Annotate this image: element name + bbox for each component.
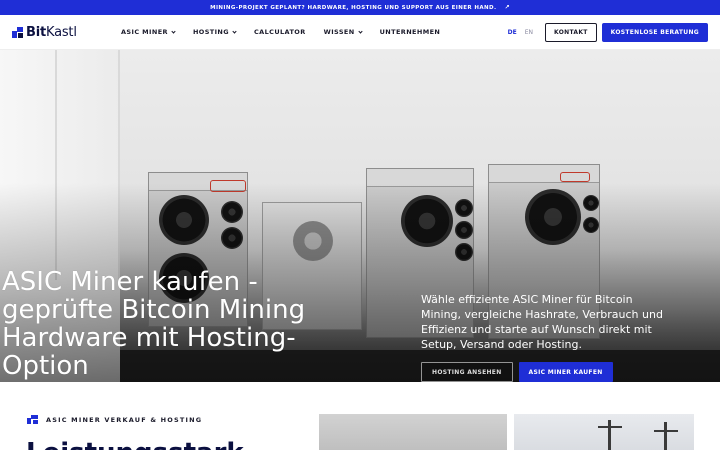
section-image-2: [514, 414, 694, 450]
chevron-down-icon: [357, 28, 363, 34]
language-en[interactable]: EN: [525, 29, 533, 36]
contact-button[interactable]: KONTAKT: [545, 22, 597, 42]
logo-text: BitKastl: [26, 24, 77, 40]
hero-buttons: HOSTING ANSEHEN ASIC MINER KAUFEN: [421, 362, 613, 382]
header-actions: DE EN KONTAKT KOSTENLOSE BERATUNG: [508, 22, 708, 42]
main-nav: ASIC MINER HOSTING CALCULATOR WISSEN UNT…: [112, 28, 449, 36]
nav-item-calculator[interactable]: CALCULATOR: [245, 28, 315, 36]
hero-subtitle: Wähle effiziente ASIC Miner für Bitcoin …: [421, 293, 663, 351]
section-image-1: [319, 414, 507, 450]
hero-title: ASIC Miner kaufen - geprüfte Bitcoin Min…: [2, 267, 306, 381]
view-hosting-button[interactable]: HOSTING ANSEHEN: [421, 362, 513, 382]
chevron-down-icon: [232, 28, 237, 34]
chevron-down-icon: [171, 28, 176, 34]
site-header: BitKastl ASIC MINER HOSTING CALCULATOR W…: [0, 15, 720, 50]
language-de[interactable]: DE: [508, 29, 517, 36]
logo-mark-icon: [12, 26, 23, 38]
announcement-text[interactable]: MINING-PROJEKT GEPLANT? HARDWARE, HOSTIN…: [210, 5, 496, 11]
announcement-bar[interactable]: MINING-PROJEKT GEPLANT? HARDWARE, HOSTIN…: [0, 0, 720, 15]
brand-mark-icon: [27, 415, 38, 424]
logo[interactable]: BitKastl: [12, 25, 104, 40]
free-consultation-button[interactable]: KOSTENLOSE BERATUNG: [601, 22, 708, 42]
nav-item-asic-miner[interactable]: ASIC MINER: [112, 28, 184, 36]
nav-item-unternehmen[interactable]: UNTERNEHMEN: [371, 28, 450, 36]
section-eyebrow-text: ASIC MINER VERKAUF & HOSTING: [46, 415, 203, 424]
external-arrow-icon: ↗: [504, 4, 510, 11]
nav-item-wissen[interactable]: WISSEN: [315, 28, 371, 36]
buy-asic-miner-button[interactable]: ASIC MINER KAUFEN: [518, 362, 613, 382]
intro-section: ASIC MINER VERKAUF & HOSTING Leistungsst…: [0, 382, 720, 450]
nav-item-hosting[interactable]: HOSTING: [184, 28, 245, 36]
section-heading: Leistungsstark: [26, 438, 244, 450]
hero-slider: ASIC Miner kaufen - geprüfte Bitcoin Min…: [0, 50, 720, 382]
section-eyebrow: ASIC MINER VERKAUF & HOSTING: [27, 415, 202, 424]
